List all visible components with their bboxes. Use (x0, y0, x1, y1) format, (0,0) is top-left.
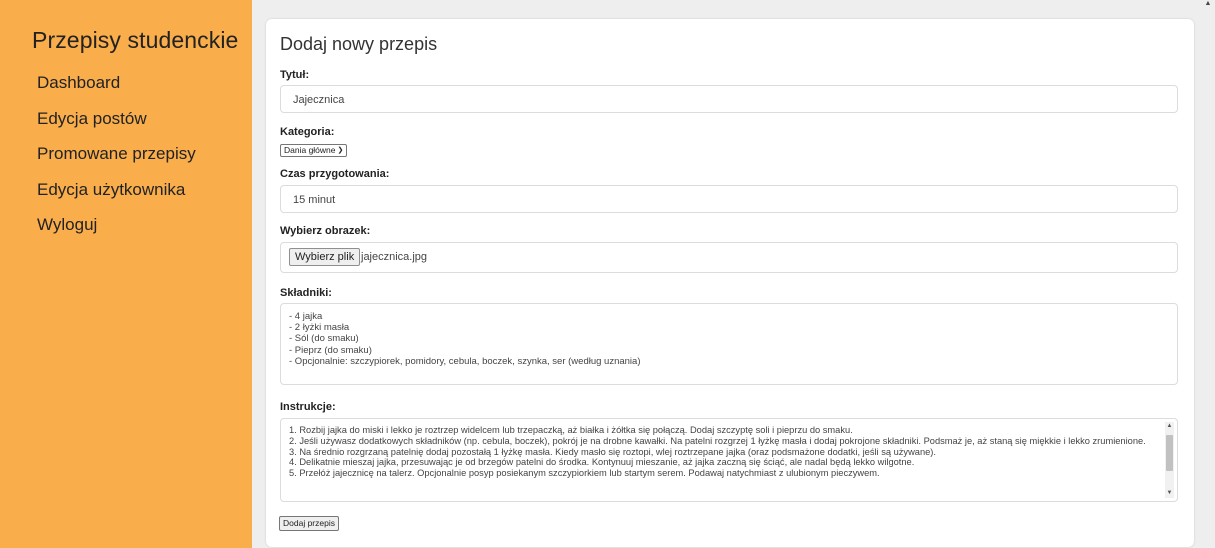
instruction-line: 5. Przełóż jajecznicę na talerz. Opcjona… (289, 468, 880, 479)
ingredient-line: - Pieprz (do smaku) (289, 344, 372, 356)
sidebar: Przepisy studenckie Dashboard Edycja pos… (0, 0, 252, 548)
instructions-label: Instrukcje: (280, 401, 336, 413)
ingredients-text: - 4 jajka - 2 łyżki masła - Sól (do smak… (289, 311, 641, 367)
ingredients-textarea[interactable]: - 4 jajka - 2 łyżki masła - Sól (do smak… (280, 303, 1178, 385)
instructions-text: 1. Rozbij jajka do miski i lekko je rozt… (289, 425, 1155, 479)
ingredient-line: - 4 jajka (289, 311, 323, 322)
scrollbar-thumb[interactable] (1166, 435, 1173, 471)
instruction-line: 1. Rozbij jajka do miski i lekko je rozt… (289, 425, 853, 435)
prep-time-input[interactable]: 15 minut (280, 185, 1178, 213)
chevron-down-icon: ❯ (337, 147, 344, 154)
title-input-value: Jajecznica (293, 94, 345, 106)
sidebar-item-edit-posts[interactable]: Edycja postów (37, 109, 196, 145)
chosen-file-name: jajecznica.jpg (361, 251, 428, 263)
image-file-input[interactable]: Wybierz plik jajecznica.jpg (280, 242, 1178, 273)
category-label: Kategoria: (280, 126, 335, 138)
triangle-down-icon[interactable]: ▼ (1165, 489, 1174, 498)
page-title: Dodaj nowy przepis (280, 34, 438, 54)
category-select-value: Dania główne (284, 145, 336, 155)
category-select[interactable]: Dania główne ❯ (280, 144, 348, 157)
instructions-textarea[interactable]: 1. Rozbij jajka do miski i lekko je rozt… (280, 418, 1178, 502)
ingredient-line: - 2 łyżki masła (289, 322, 350, 334)
ingredient-line: - Opcjonalnie: szczypiorek, pomidory, ce… (289, 355, 641, 367)
sidebar-item-promoted-recipes[interactable]: Promowane przepisy (37, 144, 196, 180)
ingredient-line: - Sól (do smaku) (289, 333, 359, 345)
choose-file-button[interactable]: Wybierz plik (289, 248, 361, 266)
brand-title: Przepisy studenckie (32, 27, 239, 53)
image-label: Wybierz obrazek: (280, 225, 371, 237)
instruction-line: 2. Jeśli używasz dodatkowych składników … (289, 435, 1146, 446)
sidebar-item-logout[interactable]: Wyloguj (37, 215, 196, 251)
title-label: Tytuł: (280, 69, 310, 81)
instructions-scrollbar[interactable]: ▲ ▼ (1165, 422, 1174, 498)
instruction-line: 4. Delikatnie mieszaj jajka, przesuwając… (289, 457, 915, 468)
sidebar-nav: Dashboard Edycja postów Promowane przepi… (37, 73, 196, 251)
page-scroll-up-icon[interactable]: ▲ (1203, 0, 1213, 10)
triangle-up-icon[interactable]: ▲ (1165, 422, 1174, 431)
sidebar-item-dashboard[interactable]: Dashboard (37, 73, 196, 109)
prep-time-label: Czas przygotowania: (280, 168, 390, 180)
instruction-line: 3. Na średnio rozgrzaną patelnię dodaj p… (289, 446, 936, 457)
add-recipe-card: Dodaj nowy przepis Tytuł: Jajecznica Kat… (266, 19, 1194, 547)
sidebar-item-edit-user[interactable]: Edycja użytkownika (37, 180, 196, 216)
prep-time-value: 15 minut (293, 194, 336, 206)
add-recipe-button[interactable]: Dodaj przepis (279, 516, 339, 531)
title-input[interactable]: Jajecznica (280, 85, 1178, 113)
ingredients-label: Składniki: (280, 287, 332, 299)
